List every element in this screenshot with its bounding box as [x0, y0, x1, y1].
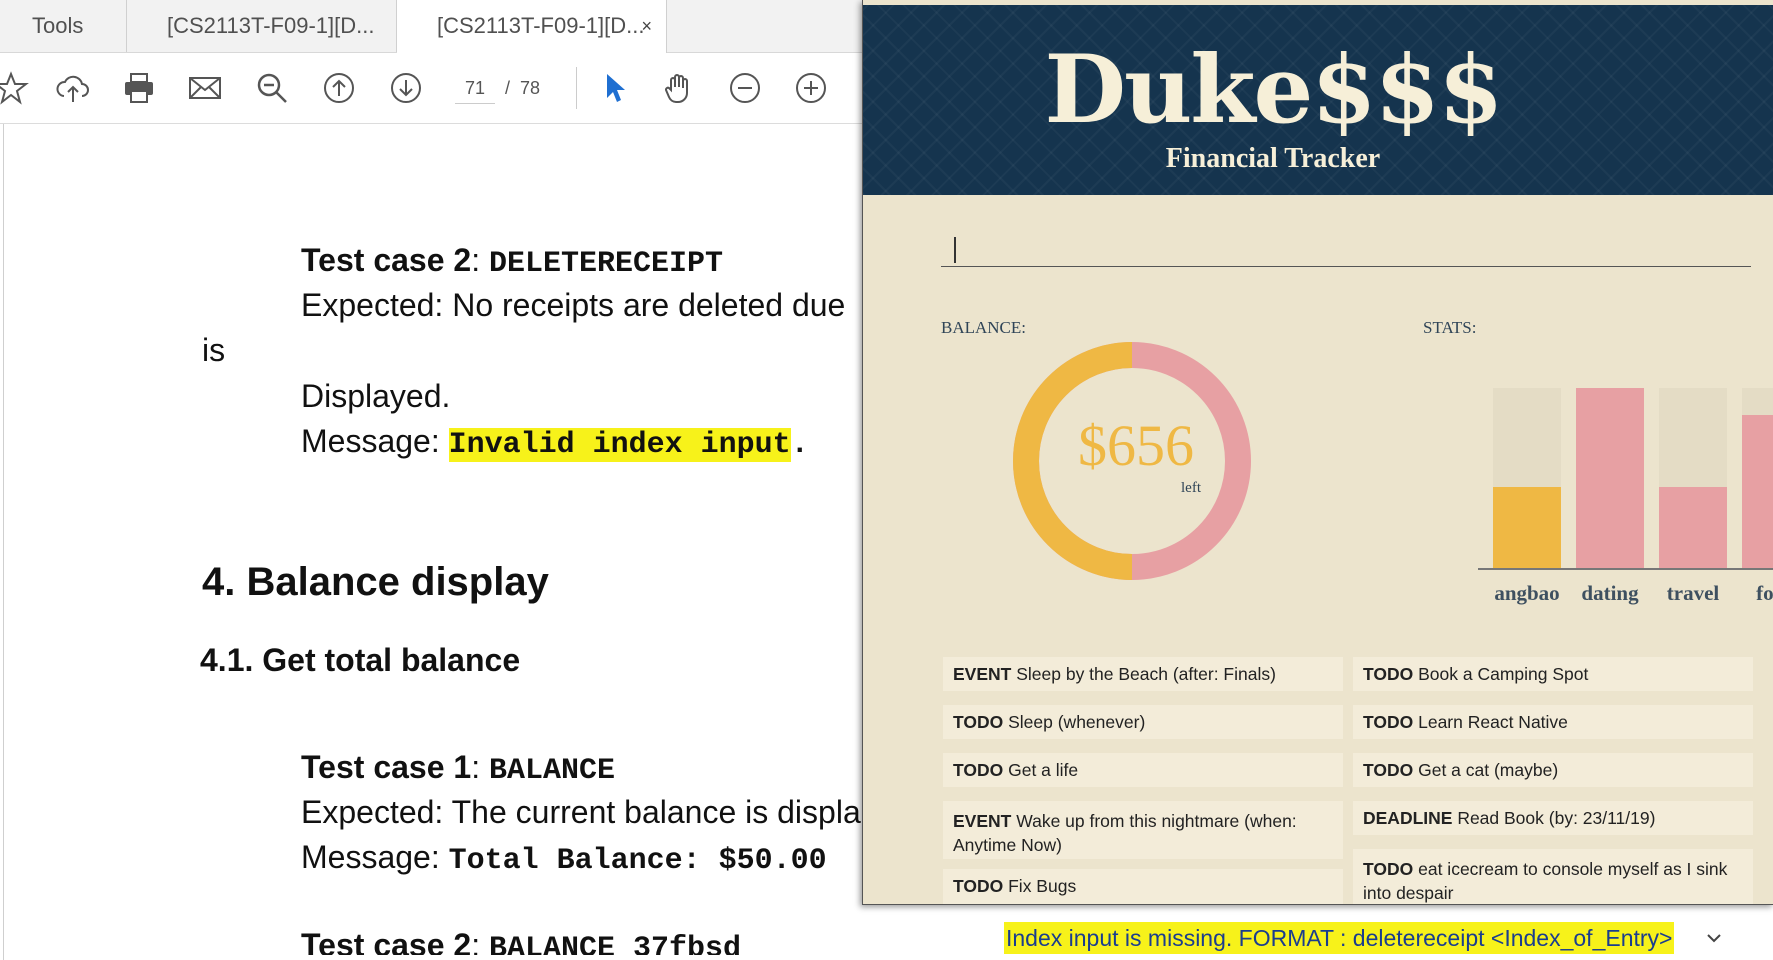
balance-label: BALANCE:	[941, 318, 1026, 337]
test-case-2-command: DELETERECEIPT	[488, 247, 724, 281]
message-value-highlighted: Invalid index input	[448, 428, 791, 462]
text-caret	[954, 237, 956, 263]
task-description: eat icecream to console myself as I sink…	[1363, 859, 1728, 903]
page-border	[3, 124, 4, 960]
status-message: Index input is missing. FORMAT : deleter…	[1004, 922, 1675, 954]
stats-category-label: angbao	[1494, 581, 1559, 605]
toolbar-divider	[576, 67, 577, 109]
hand-tool-icon[interactable]	[660, 69, 698, 107]
stats-bar-dating	[1576, 388, 1644, 568]
stats-category-label: food	[1756, 581, 1773, 605]
task-item-left[interactable]: EVENT Sleep by the Beach (after: Finals)	[943, 657, 1343, 691]
test-case-1-label: Test case 1	[301, 749, 472, 785]
test-case-1-command: BALANCE	[488, 754, 615, 788]
test-case-2b-colon: :	[471, 927, 489, 955]
test-case-2b-command: BALANCE 37fbsd	[488, 932, 742, 955]
test-case-1-colon: :	[471, 749, 489, 785]
task-description: Sleep by the Beach (after: Finals)	[1011, 664, 1276, 684]
tab-document-1[interactable]: [CS2113T-F09-1][D...	[127, 0, 397, 52]
expected-text-is: is	[202, 332, 226, 368]
previous-page-icon[interactable]	[320, 69, 358, 107]
select-cursor-icon[interactable]	[595, 69, 633, 107]
task-item-left[interactable]: EVENT Wake up from this nightmare (when:…	[943, 801, 1343, 859]
message-line-1: Message: Invalid index input.	[301, 423, 809, 462]
stats-bar-food	[1742, 415, 1773, 568]
tab-document-2[interactable]: [CS2113T-F09-1][D... ×	[397, 0, 667, 53]
task-item-left[interactable]: TODO Sleep (whenever)	[943, 705, 1343, 739]
test-case-2b-heading: Test case 2: BALANCE 37fbsd	[301, 927, 741, 955]
zoom-out-icon[interactable]	[726, 69, 764, 107]
task-type: EVENT	[953, 811, 1012, 831]
task-type: TODO	[1363, 859, 1414, 879]
section-4-1-heading: 4.1. Get total balance	[200, 642, 521, 678]
tab-document-2-label: [CS2113T-F09-1][D...	[437, 13, 645, 38]
message-period: .	[790, 428, 809, 462]
stats-bar-chart: angbao dating travel food	[1478, 388, 1773, 605]
test-case-1-heading: Test case 1: BALANCE	[301, 749, 615, 788]
task-description: Fix Bugs	[1003, 876, 1077, 896]
message-2-value: Total Balance: $50.00	[448, 844, 827, 878]
task-type: TODO	[953, 712, 1004, 732]
task-type: DEADLINE	[1363, 808, 1453, 828]
stats-category-label: dating	[1581, 581, 1639, 605]
task-type: TODO	[1363, 664, 1414, 684]
task-type: TODO	[1363, 712, 1414, 732]
message-line-2: Message: Total Balance: $50.00	[301, 839, 827, 878]
task-item-right[interactable]: TODO Learn React Native	[1353, 705, 1753, 739]
stats-label: STATS:	[1423, 318, 1477, 337]
bookmark-star-icon[interactable]	[0, 69, 30, 107]
task-item-left[interactable]: TODO Get a life	[943, 753, 1343, 787]
message-2-label: Message:	[301, 839, 449, 875]
task-description: Sleep (whenever)	[1003, 712, 1146, 732]
balance-amount: $656	[1078, 413, 1194, 478]
page-number-input[interactable]: 71	[455, 73, 495, 104]
app-title: Duke$$$	[1044, 35, 1503, 145]
cloud-upload-icon[interactable]	[54, 69, 92, 107]
page-total: / 78	[505, 73, 540, 103]
task-item-right[interactable]: TODO Book a Camping Spot	[1353, 657, 1753, 691]
app-header: Duke$$$ Financial Tracker	[863, 5, 1773, 195]
task-type: EVENT	[953, 664, 1012, 684]
chevron-down-icon[interactable]	[1702, 926, 1726, 950]
app-subtitle: Financial Tracker	[1165, 143, 1381, 174]
zoom-in-icon[interactable]	[792, 69, 830, 107]
tab-tools[interactable]: Tools	[0, 0, 127, 52]
expected-text-1: Expected: No receipts are deleted due	[301, 287, 846, 323]
page-total-value: 78	[520, 78, 541, 98]
command-input[interactable]	[941, 230, 1751, 267]
stats-bar-angbao	[1493, 487, 1561, 568]
mail-icon[interactable]	[186, 69, 224, 107]
test-case-2-heading: Test case 2: DELETERECEIPT	[301, 242, 723, 281]
next-page-icon[interactable]	[387, 69, 425, 107]
stats-bar-travel	[1659, 487, 1727, 568]
task-description: Get a life	[1003, 760, 1079, 780]
balance-suffix: left	[1181, 480, 1201, 496]
task-description: Read Book (by: 23/11/19)	[1452, 808, 1656, 828]
message-label: Message:	[301, 423, 449, 459]
task-item-right[interactable]: TODO Get a cat (maybe)	[1353, 753, 1753, 787]
task-description: Get a cat (maybe)	[1413, 760, 1559, 780]
close-tab-icon[interactable]: ×	[641, 0, 652, 52]
task-description: Book a Camping Spot	[1413, 664, 1589, 684]
stats-category-label: travel	[1667, 581, 1720, 605]
task-item-right[interactable]: TODO eat icecream to console myself as I…	[1353, 849, 1753, 904]
displayed-text: Displayed.	[301, 378, 451, 414]
task-description: Learn React Native	[1413, 712, 1568, 732]
page-separator: /	[505, 78, 511, 98]
task-type: TODO	[1363, 760, 1414, 780]
test-case-2-colon: :	[471, 242, 489, 278]
print-icon[interactable]	[120, 69, 158, 107]
search-icon[interactable]	[253, 69, 291, 107]
expected-text-2: Expected: The current balance is displa	[301, 794, 861, 830]
test-case-2b-label: Test case 2	[301, 927, 472, 955]
test-case-2-label: Test case 2	[301, 242, 472, 278]
duke-app-window: Duke$$$ Financial Tracker BALANCE: STATS…	[862, 0, 1773, 905]
section-4-heading: 4. Balance display	[202, 560, 549, 604]
task-item-left[interactable]: TODO Fix Bugs	[943, 869, 1343, 904]
task-type: TODO	[953, 876, 1004, 896]
task-type: TODO	[953, 760, 1004, 780]
task-item-right[interactable]: DEADLINE Read Book (by: 23/11/19)	[1353, 801, 1753, 835]
